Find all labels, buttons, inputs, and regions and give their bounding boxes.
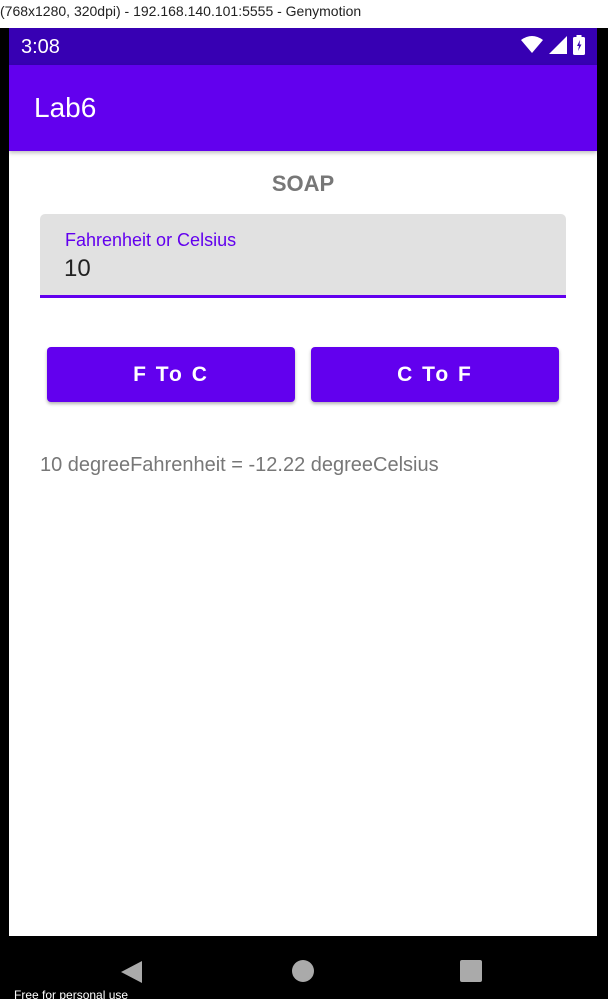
status-icons xyxy=(521,34,585,60)
field-label: Fahrenheit or Celsius xyxy=(65,230,237,250)
status-time: 3:08 xyxy=(21,36,60,58)
window-title-bar: (768x1280, 320dpi) - 192.168.140.101:555… xyxy=(0,0,608,28)
c-to-f-button[interactable]: C To F xyxy=(311,347,559,402)
app-title: Lab6 xyxy=(34,92,97,123)
battery-icon xyxy=(573,34,585,60)
home-icon[interactable] xyxy=(292,960,314,987)
app-bar: Lab6 xyxy=(9,65,597,151)
temperature-text-field[interactable]: Fahrenheit or Celsius xyxy=(40,214,566,298)
watermark: Free for personal use xyxy=(14,988,129,999)
back-icon[interactable] xyxy=(120,960,144,989)
device-screen: 3:08 Lab6 SOAP Fahrenheit or Celsius F T… xyxy=(9,28,597,936)
window-title: (768x1280, 320dpi) - 192.168.140.101:555… xyxy=(0,3,362,19)
emulator-window: (768x1280, 320dpi) - 192.168.140.101:555… xyxy=(0,0,608,999)
status-bar: 3:08 xyxy=(9,28,597,65)
conversion-result: 10 degreeFahrenheit = -12.22 degreeCelsi… xyxy=(40,454,439,476)
wifi-icon xyxy=(521,35,543,59)
recents-icon[interactable] xyxy=(460,960,482,987)
temperature-input[interactable] xyxy=(64,254,524,284)
signal-icon xyxy=(549,35,567,59)
soap-header: SOAP xyxy=(271,171,335,196)
f-to-c-button[interactable]: F To C xyxy=(47,347,295,402)
